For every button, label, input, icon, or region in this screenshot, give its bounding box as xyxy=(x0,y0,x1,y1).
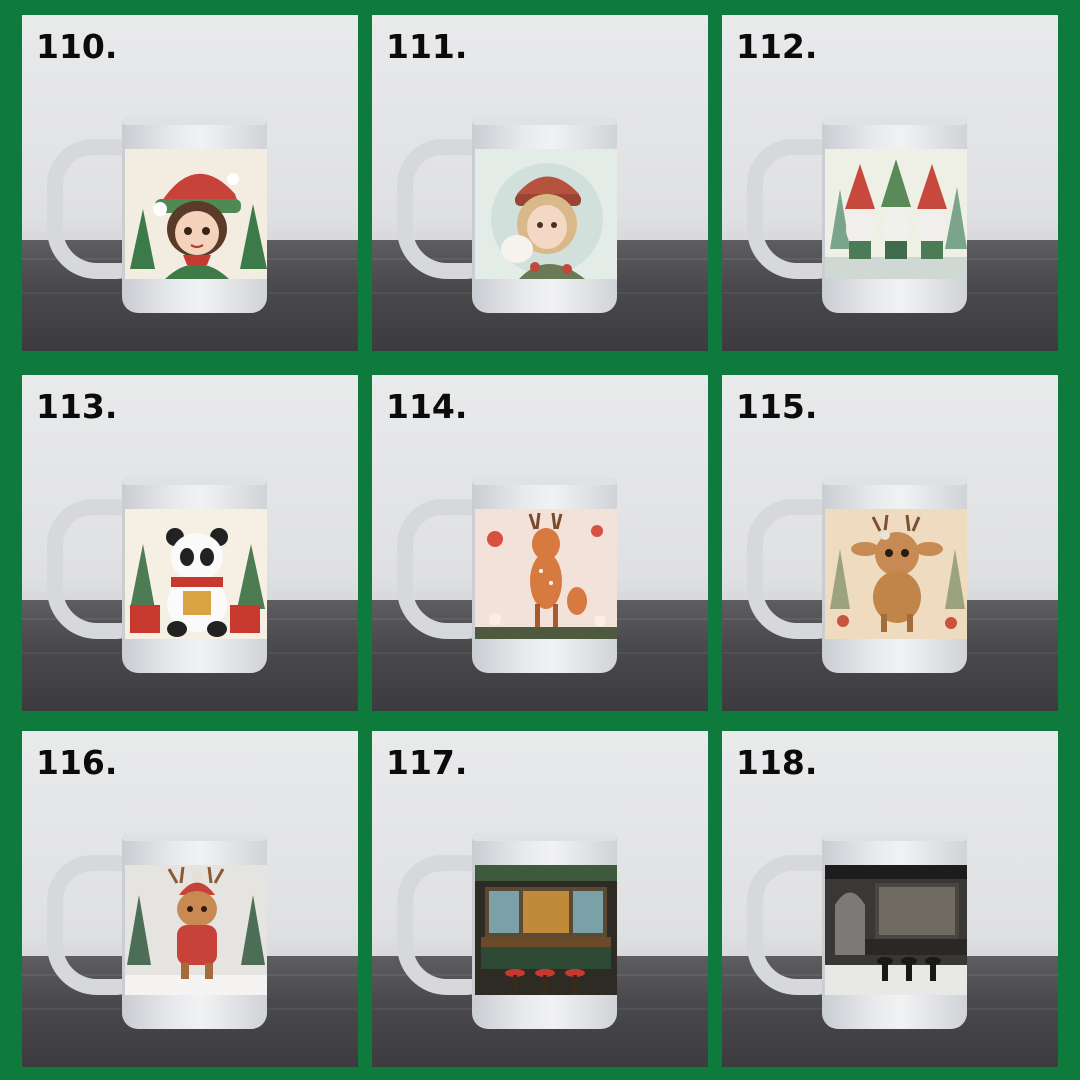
mug-print-christmas-bar xyxy=(475,865,617,995)
mug xyxy=(747,477,997,673)
design-number: 112. xyxy=(736,27,818,66)
design-number: 110. xyxy=(36,27,118,66)
mug xyxy=(397,477,647,673)
mug-panel-114[interactable]: 114. xyxy=(372,375,708,711)
mug xyxy=(397,833,647,1029)
mug-panel-112[interactable]: 112. xyxy=(722,15,1058,351)
mug xyxy=(47,477,297,673)
design-number: 115. xyxy=(736,387,818,426)
mug xyxy=(47,117,297,313)
mug-print-fawn xyxy=(825,509,967,639)
mug-catalog-grid: 110. 111. 112. 113. 114. 115. 116. 117. … xyxy=(0,0,1080,1080)
mug-print-reindeer-in-scarf xyxy=(125,865,267,995)
mug-print-girl-with-cat xyxy=(475,149,617,279)
mug-panel-117[interactable]: 117. xyxy=(372,731,708,1067)
mug-print-gothic-bar xyxy=(825,865,967,995)
mug xyxy=(747,117,997,313)
mug-panel-111[interactable]: 111. xyxy=(372,15,708,351)
design-number: 111. xyxy=(386,27,468,66)
mug-panel-116[interactable]: 116. xyxy=(22,731,358,1067)
mug-print-two-deer xyxy=(475,509,617,639)
mug-print-elf-girl xyxy=(125,149,267,279)
design-number: 116. xyxy=(36,743,118,782)
mug xyxy=(397,117,647,313)
mug-panel-110[interactable]: 110. xyxy=(22,15,358,351)
mug xyxy=(47,833,297,1029)
design-number: 118. xyxy=(736,743,818,782)
design-number: 117. xyxy=(386,743,468,782)
mug xyxy=(747,833,997,1029)
mug-print-panda-with-gifts xyxy=(125,509,267,639)
mug-panel-113[interactable]: 113. xyxy=(22,375,358,711)
mug-print-three-gnomes xyxy=(825,149,967,279)
design-number: 114. xyxy=(386,387,468,426)
mug-panel-115[interactable]: 115. xyxy=(722,375,1058,711)
mug-panel-118[interactable]: 118. xyxy=(722,731,1058,1067)
design-number: 113. xyxy=(36,387,118,426)
